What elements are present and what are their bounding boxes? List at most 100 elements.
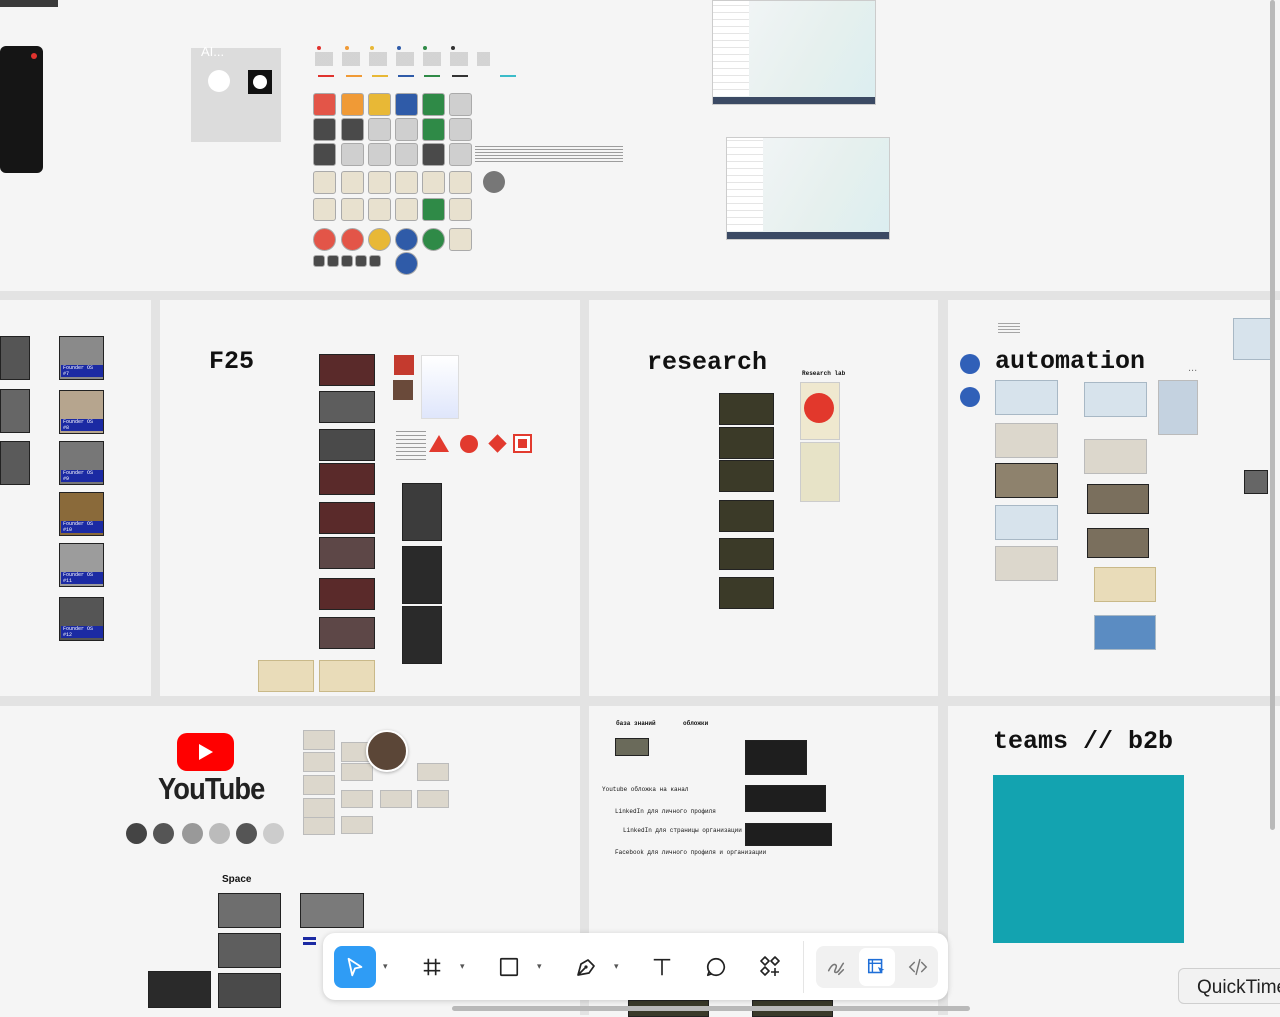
research-lab-label: Research lab <box>802 370 846 377</box>
cursor-arrow-icon <box>347 957 363 977</box>
dark-device-card[interactable] <box>0 46 43 173</box>
text-T-icon <box>653 958 671 976</box>
column-divider-2 <box>580 300 589 1015</box>
design-mode-button[interactable] <box>859 948 895 986</box>
teams-frame-title[interactable]: teams // b2b <box>993 727 1173 756</box>
frame-tool-button[interactable] <box>411 946 453 988</box>
pen-tool-button[interactable] <box>565 946 607 988</box>
move-tool-button[interactable] <box>334 946 376 988</box>
youtube-play-icon <box>177 733 234 771</box>
f25-frame-title[interactable]: F25 <box>209 347 254 376</box>
research-lab-notes[interactable] <box>800 442 840 502</box>
automation-blue-badge-1 <box>960 354 980 374</box>
move-tool-chevron-down-icon[interactable]: ▾ <box>383 961 388 972</box>
founder-card-10[interactable]: Founder OS #10 <box>59 492 104 536</box>
draw-mode-button[interactable] <box>818 948 854 986</box>
quicktime-dock-label[interactable]: QuickTime <box>1178 968 1280 1004</box>
f25-poster-column <box>402 483 442 665</box>
actions-tool-button[interactable] <box>749 946 791 988</box>
space-label: Space <box>222 874 252 885</box>
shape-tool-button[interactable] <box>488 946 530 988</box>
messenger-screenshot-2[interactable] <box>726 137 890 240</box>
text-tool-button[interactable] <box>641 946 683 988</box>
youtube-wordmark: YouTube <box>158 771 265 806</box>
automation-thumb-portrait[interactable] <box>1244 470 1268 494</box>
skull-logo-dark-icon <box>248 70 272 94</box>
palette-description-text <box>475 146 623 162</box>
toolbar-separator <box>803 941 804 993</box>
automation-thumb-device[interactable] <box>1158 380 1198 435</box>
founder-card-7[interactable]: Founder OS #7 <box>59 336 104 380</box>
cover-linkedin-personal[interactable] <box>745 785 826 812</box>
automation-thumb-team-2[interactable] <box>1087 528 1149 558</box>
comment-tool-button[interactable] <box>695 946 737 988</box>
draw-mode-icon <box>827 962 845 976</box>
space-thumbnail-column <box>218 893 282 1015</box>
palette-markers <box>318 72 518 80</box>
linkedin-org-label: LinkedIn для страницы организации <box>623 827 742 834</box>
research-lab-poster[interactable] <box>800 382 840 440</box>
founder-card-12[interactable]: Founder OS #12 <box>59 597 104 641</box>
diamond-shape-icon <box>488 434 507 453</box>
cover-linkedin-org[interactable] <box>745 823 832 846</box>
circle-shape-icon <box>460 435 478 453</box>
f25-doc-1[interactable] <box>258 660 314 692</box>
founder-card-9[interactable]: Founder OS #9 <box>59 441 104 485</box>
knowledge-base-card[interactable] <box>615 738 649 756</box>
automation-thumb-sail[interactable] <box>1094 567 1156 602</box>
horizontal-scrollbar[interactable] <box>452 1006 970 1011</box>
rectangle-icon <box>499 957 519 977</box>
f25-thumbnail-column <box>319 354 375 649</box>
square-shape-icon <box>513 434 532 453</box>
vertical-scrollbar[interactable] <box>1270 0 1275 830</box>
automation-frame-title[interactable]: automation <box>995 347 1145 376</box>
research-frame-title[interactable]: research <box>647 348 767 377</box>
avatar-grid <box>311 91 511 275</box>
design-mode-icon <box>867 958 885 974</box>
shape-tool-chevron-down-icon[interactable]: ▾ <box>537 961 542 972</box>
facebook-label: Facebook для личного профиля и организац… <box>615 849 767 856</box>
ai-placeholder-card[interactable]: AI... <box>191 44 281 142</box>
space-blue-marker <box>303 935 316 945</box>
covers-label: обложки <box>683 720 709 727</box>
automation-thumb-team-1[interactable] <box>1087 484 1149 514</box>
automation-thumb-door[interactable] <box>1084 439 1147 474</box>
red-indicator-dot <box>31 53 37 59</box>
youtube-logo[interactable]: YouTube <box>158 733 265 806</box>
design-canvas[interactable]: AI... Founder OS #7 Founder OS #8 Founde… <box>0 0 1280 1017</box>
automation-left-column <box>995 380 1059 581</box>
hash-frame-icon <box>423 958 441 976</box>
cover-youtube[interactable] <box>745 740 807 775</box>
messenger-screenshot-1[interactable] <box>712 0 876 105</box>
automation-thumb-edge[interactable] <box>1233 318 1275 360</box>
founder-card-8[interactable]: Founder OS #8 <box>59 390 104 434</box>
components-plus-icon <box>760 956 780 976</box>
youtube-avatars-row <box>126 823 286 847</box>
dev-mode-icon <box>908 958 928 976</box>
f25-red-hex-icon <box>394 355 414 375</box>
f25-portrait-small <box>393 380 413 400</box>
teams-teal-block[interactable] <box>993 775 1184 943</box>
pen-tool-chevron-down-icon[interactable]: ▾ <box>614 961 619 972</box>
founder-card-11[interactable]: Founder OS #11 <box>59 543 104 587</box>
automation-thumb-arch[interactable] <box>1094 615 1156 650</box>
automation-blue-badge-2 <box>960 387 980 407</box>
section-separator-middle <box>0 696 1280 706</box>
collaborator-avatar[interactable] <box>366 730 408 772</box>
top-left-bar <box>0 0 58 7</box>
linkedin-personal-label: LinkedIn для личного профиля <box>615 808 716 815</box>
automation-thumb-room[interactable] <box>1084 382 1147 417</box>
space-dark-portrait[interactable] <box>148 971 211 1008</box>
youtube-cover-label: Youtube обложка на канал <box>602 786 689 793</box>
dev-mode-button[interactable] <box>900 948 936 986</box>
space-automation-card[interactable] <box>300 893 364 928</box>
triangle-shape-icon <box>429 435 449 452</box>
frame-tool-chevron-down-icon[interactable]: ▾ <box>460 961 465 972</box>
f25-doc-2[interactable] <box>319 660 375 692</box>
color-palette-legend <box>315 46 515 86</box>
bottom-toolbar: ▾ ▾ ▾ ▾ <box>323 933 948 1000</box>
mode-switcher <box>816 946 938 988</box>
founder-left-partial-column <box>0 336 30 486</box>
magnifier-icon <box>804 393 834 423</box>
skull-logo-light-icon <box>208 70 230 92</box>
